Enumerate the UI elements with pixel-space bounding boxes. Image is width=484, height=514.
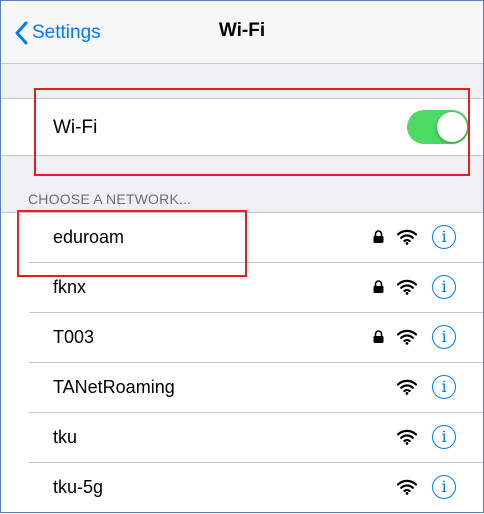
wifi-toggle-row: Wi-Fi: [1, 98, 483, 156]
page-title: Wi-Fi: [218, 20, 266, 41]
wifi-label: Wi-Fi: [53, 117, 98, 138]
section-header: CHOOSE A NETWORK...: [28, 191, 192, 207]
network-row[interactable]: fknx i: [1, 263, 483, 313]
info-icon[interactable]: i: [432, 225, 456, 249]
info-icon[interactable]: i: [432, 425, 456, 449]
wifi-signal-icon: [396, 279, 418, 300]
network-row[interactable]: tku i: [1, 413, 483, 463]
wifi-signal-icon: [396, 429, 418, 450]
network-list: eduroam i fknx i T003 i TANetRoaming i tku i tku-5…: [1, 212, 483, 514]
info-icon[interactable]: i: [432, 375, 456, 399]
wifi-signal-icon: [396, 329, 418, 350]
network-row[interactable]: tku-5g i: [1, 463, 483, 513]
info-icon[interactable]: i: [432, 475, 456, 499]
lock-icon: [373, 330, 384, 348]
network-row[interactable]: TANetRoaming i: [1, 363, 483, 413]
network-row[interactable]: T003 i: [1, 313, 483, 363]
lock-icon: [373, 230, 384, 248]
info-icon[interactable]: i: [432, 325, 456, 349]
network-row[interactable]: eduroam i: [1, 213, 483, 263]
wifi-toggle-switch[interactable]: [407, 110, 469, 144]
section-spacer: [1, 64, 483, 98]
wifi-signal-icon: [396, 379, 418, 400]
toggle-knob: [437, 112, 467, 142]
network-name: tku: [53, 427, 78, 447]
network-name: fknx: [53, 277, 87, 297]
info-icon[interactable]: i: [432, 275, 456, 299]
network-name: eduroam: [53, 227, 125, 247]
network-name: T003: [53, 327, 95, 347]
network-name: TANetRoaming: [53, 377, 175, 397]
wifi-signal-icon: [396, 229, 418, 250]
navigation-bar: Settings Wi-Fi: [1, 1, 483, 64]
network-name: tku-5g: [53, 477, 104, 497]
wifi-signal-icon: [396, 479, 418, 500]
lock-icon: [373, 280, 384, 298]
